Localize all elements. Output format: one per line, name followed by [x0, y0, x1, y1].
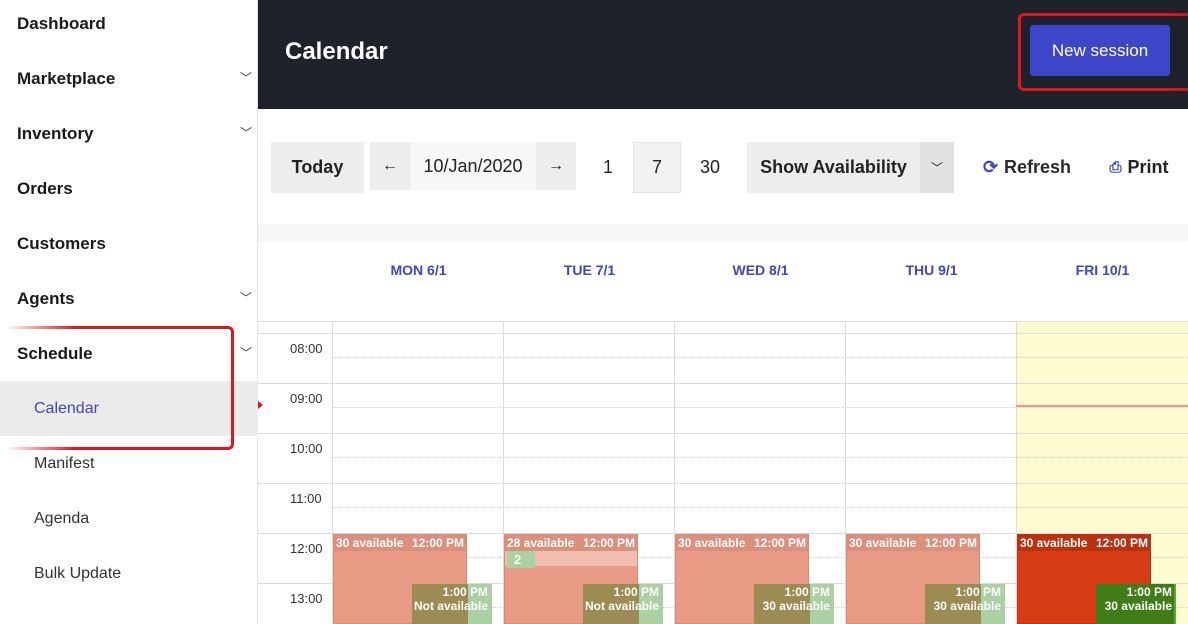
current-time-marker-icon	[258, 401, 263, 409]
day-header[interactable]: WED 8/1	[675, 262, 846, 278]
event-time: 12:00 PM	[753, 536, 806, 550]
sidebar: Dashboard Marketplace ﹀ Inventory ﹀ Orde…	[0, 0, 258, 624]
time-label: 09:00	[290, 391, 323, 406]
event-time: 1:00 PM	[1126, 585, 1172, 599]
session-event[interactable]: 1:00 PM Not available	[412, 584, 492, 624]
chevron-down-icon: ﹀	[239, 125, 252, 140]
sidebar-item-dashboard[interactable]: Dashboard	[0, 0, 258, 51]
refresh-label: Refresh	[1004, 157, 1072, 177]
session-event[interactable]: 1:00 PM 30 available	[1096, 584, 1176, 624]
event-time: 12:00 PM	[411, 536, 464, 550]
sidebar-item-orders[interactable]: Orders	[0, 161, 258, 216]
sidebar-subitem-label: Calendar	[34, 399, 99, 417]
event-time: 1:00 PM	[784, 585, 830, 599]
printer-icon: ⎙	[1109, 159, 1122, 176]
view-7-day-button[interactable]: 7	[633, 142, 681, 193]
grid-line	[333, 357, 1188, 358]
event-availability: 30 available	[336, 536, 404, 550]
event-time: 12:00 PM	[1095, 536, 1148, 550]
event-time: 12:00 PM	[582, 536, 635, 550]
event-status: 30 available	[1104, 599, 1172, 613]
arrow-right-icon: →	[548, 157, 564, 174]
event-status: Not available	[413, 599, 488, 613]
arrow-left-icon: ←	[382, 157, 398, 174]
sidebar-item-agents[interactable]: Agents ﹀	[0, 271, 258, 326]
grid-line	[333, 407, 1188, 408]
print-button[interactable]: ⎙ Print	[1106, 142, 1172, 193]
sidebar-item-label: Orders	[17, 178, 73, 198]
calendar-toolbar: Today ← 10/Jan/2020 → 1 7 30 Show Availa…	[258, 109, 1188, 224]
view-1-day-button[interactable]: 1	[593, 142, 623, 193]
today-button[interactable]: Today	[271, 142, 364, 193]
current-time-line	[1016, 405, 1188, 407]
prev-button[interactable]: ←	[370, 142, 410, 190]
event-count-badge[interactable]: 2	[507, 551, 535, 568]
grid-line	[258, 483, 1188, 484]
time-label: 12:00	[290, 541, 323, 556]
new-session-button[interactable]: New session	[1030, 25, 1170, 76]
session-event[interactable]: 1:00 PM Not available	[583, 584, 663, 624]
grid-line	[333, 507, 1188, 508]
sidebar-subitem-bulk-update[interactable]: Bulk Update	[0, 546, 258, 601]
event-availability: 30 available	[678, 536, 746, 550]
time-label: 10:00	[290, 441, 323, 456]
sidebar-item-label: Schedule	[17, 343, 93, 363]
date-display[interactable]: 10/Jan/2020	[410, 142, 536, 190]
time-label: 13:00	[290, 591, 323, 606]
app-window: Dashboard Marketplace ﹀ Inventory ﹀ Orde…	[0, 0, 1188, 624]
sidebar-item-customers[interactable]: Customers	[0, 216, 258, 271]
sidebar-item-schedule[interactable]: Schedule ﹀	[0, 326, 258, 381]
event-status: 30 available	[762, 599, 830, 613]
refresh-icon: ⟳	[982, 157, 999, 177]
chevron-down-icon: ﹀	[239, 345, 252, 360]
event-time: 1:00 PM	[613, 585, 659, 599]
day-header[interactable]: MON 6/1	[333, 262, 504, 278]
event-time: 12:00 PM	[924, 536, 977, 550]
session-event[interactable]: 1:00 PM 30 available	[925, 584, 1005, 624]
sidebar-item-marketplace[interactable]: Marketplace ﹀	[0, 51, 258, 106]
print-label: Print	[1127, 157, 1169, 177]
sidebar-subitem-label: Agenda	[34, 509, 90, 527]
grid-line	[258, 383, 1188, 384]
chevron-down-icon: ﹀	[239, 290, 252, 305]
session-event[interactable]: 1:00 PM 30 available	[754, 584, 834, 624]
calendar-grid: MON 6/1 TUE 7/1 WED 8/1 THU 9/1 FRI 10/1…	[258, 224, 1188, 624]
show-availability-select[interactable]: Show Availability	[747, 142, 920, 193]
calendar-header-bar	[258, 224, 1188, 242]
refresh-button[interactable]: ⟳ Refresh	[982, 142, 1072, 193]
time-label: 11:00	[290, 491, 322, 506]
day-header[interactable]: FRI 10/1	[1017, 262, 1188, 278]
event-time: 1:00 PM	[442, 585, 488, 599]
event-time: 1:00 PM	[955, 585, 1001, 599]
sidebar-subitem-calendar[interactable]: Calendar	[0, 381, 258, 436]
next-button[interactable]: →	[536, 142, 576, 190]
sidebar-item-label: Marketplace	[17, 68, 116, 88]
sidebar-subitem-label: Bulk Update	[34, 564, 122, 582]
view-30-day-button[interactable]: 30	[695, 142, 725, 193]
day-header[interactable]: THU 9/1	[846, 262, 1017, 278]
event-availability: 30 available	[1020, 536, 1088, 550]
sidebar-item-label: Agents	[17, 288, 75, 308]
grid-line	[258, 433, 1188, 434]
grid-line	[333, 457, 1188, 458]
event-status: 30 available	[933, 599, 1001, 613]
grid-line	[258, 333, 1188, 334]
event-availability: 30 available	[849, 536, 917, 550]
grid-line	[258, 321, 1188, 322]
chevron-down-icon[interactable]: ﹀	[920, 142, 954, 193]
day-header[interactable]: TUE 7/1	[504, 262, 675, 278]
sidebar-subitem-manifest[interactable]: Manifest	[0, 436, 258, 491]
sidebar-item-label: Dashboard	[17, 13, 106, 33]
page-title: Calendar	[285, 38, 388, 65]
sidebar-subitem-agenda[interactable]: Agenda	[0, 491, 258, 546]
time-label: 08:00	[290, 341, 323, 356]
event-availability: 28 available	[507, 536, 575, 550]
page-header: Calendar New session	[258, 0, 1188, 109]
sidebar-item-label: Customers	[17, 233, 106, 253]
sidebar-item-label: Inventory	[17, 123, 94, 143]
sidebar-item-inventory[interactable]: Inventory ﹀	[0, 106, 258, 161]
sidebar-subitem-label: Manifest	[34, 454, 95, 472]
chevron-down-icon: ﹀	[239, 70, 252, 85]
event-status: Not available	[584, 599, 659, 613]
